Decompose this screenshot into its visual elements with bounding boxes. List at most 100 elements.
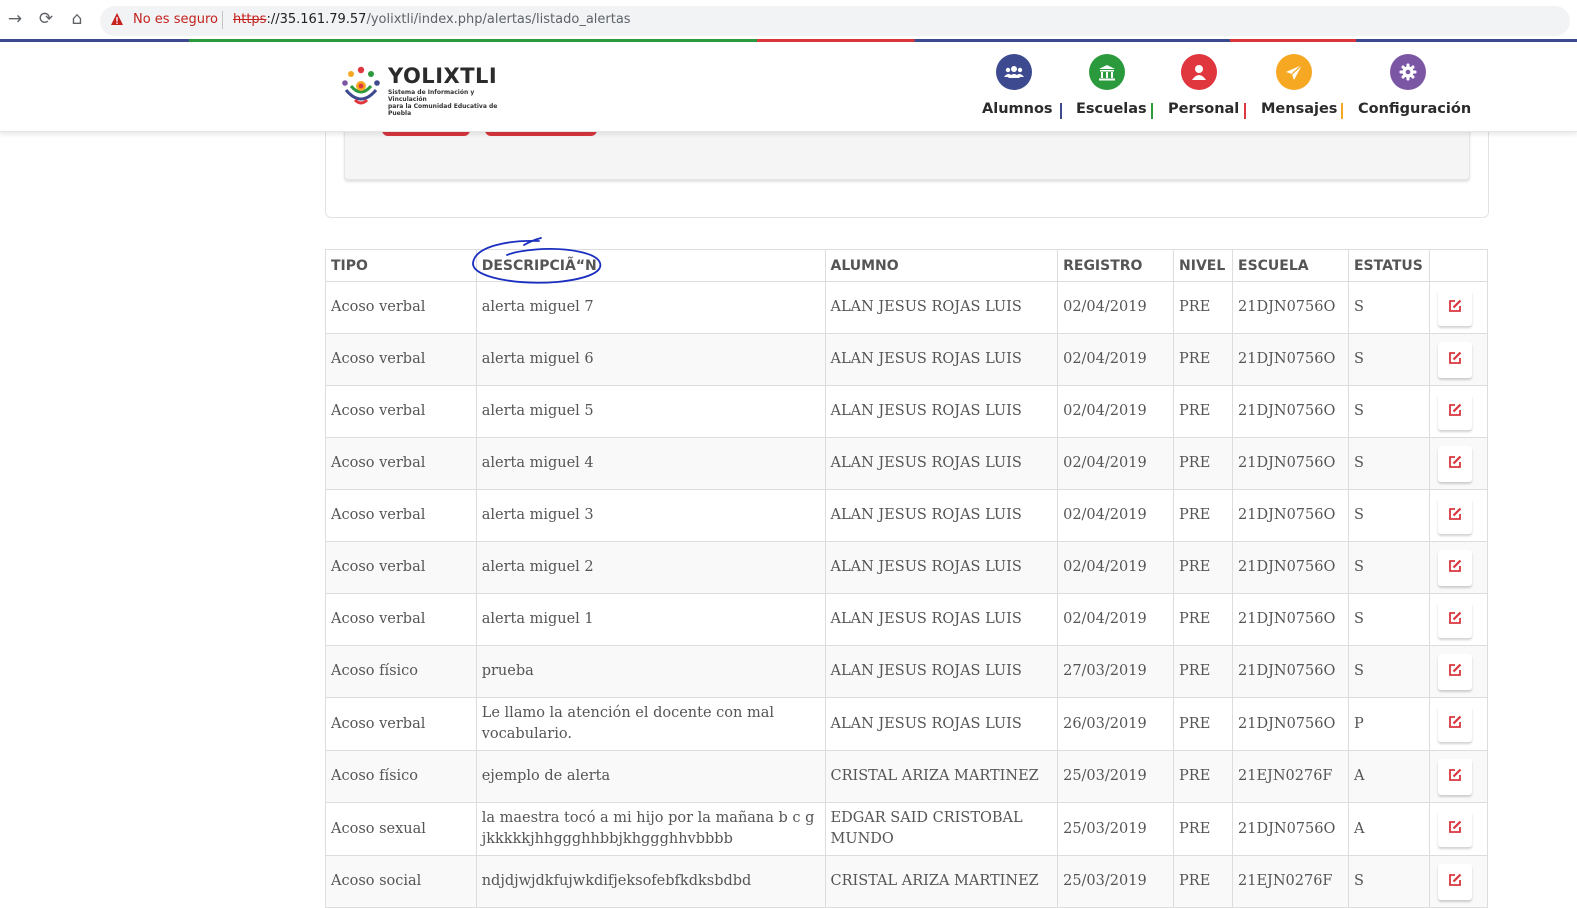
cell-escuela: 21DJN0756O	[1232, 697, 1349, 751]
security-status-label[interactable]: No es seguro	[133, 12, 218, 27]
cell-estatus: A	[1347, 750, 1430, 803]
cell-actions	[1428, 855, 1489, 908]
table-row: Acoso sexual la maestra tocó a mi hijo po…	[325, 802, 1489, 856]
forward-arrow-icon[interactable]: →	[4, 8, 26, 30]
cell-escuela: 21DJN0756O	[1232, 489, 1349, 542]
cell-escuela: 21DJN0756O	[1232, 593, 1349, 646]
nav-item-alumnos[interactable]: Alumnos	[982, 54, 1053, 117]
column-header-estatus[interactable]: ESTATUS	[1347, 249, 1430, 282]
nav-label-personal: Personal	[1168, 101, 1240, 117]
nav-item-configuracion[interactable]: Configuración	[1358, 54, 1471, 117]
cell-registro: 02/04/2019	[1057, 437, 1175, 490]
edit-button[interactable]	[1437, 497, 1472, 534]
edit-square-icon	[1449, 715, 1462, 728]
brand-subtitle-line1: Sistema de Información y Vinculación	[388, 89, 475, 103]
column-header-nivel[interactable]: NIVEL	[1173, 249, 1233, 282]
cell-tipo: Acoso sexual	[325, 802, 477, 856]
cell-tipo: Acoso verbal	[325, 593, 477, 646]
cell-nivel: PRE	[1173, 333, 1233, 386]
users-icon	[1003, 66, 1024, 78]
nav-circle-configuracion	[1390, 54, 1426, 90]
cell-escuela: 21DJN0756O	[1232, 385, 1349, 438]
cell-actions	[1428, 385, 1489, 438]
edit-button[interactable]	[1437, 601, 1472, 638]
edit-button[interactable]	[1437, 549, 1472, 586]
cell-escuela: 21EJN0276F	[1232, 750, 1349, 803]
edit-button[interactable]	[1437, 758, 1472, 795]
column-header-escuela[interactable]: ESCUELA	[1232, 249, 1349, 282]
yolixtli-logo-icon[interactable]	[340, 64, 382, 108]
cell-actions	[1428, 333, 1489, 386]
cell-alumno: ALAN JESUS ROJAS LUIS	[824, 281, 1059, 334]
nav-divider	[1151, 103, 1153, 119]
cell-escuela: 21DJN0756O	[1232, 333, 1349, 386]
cell-registro: 02/04/2019	[1057, 385, 1175, 438]
cell-estatus: S	[1347, 855, 1430, 908]
nav-circle-escuelas	[1088, 54, 1125, 90]
nav-item-mensajes[interactable]: Mensajes	[1261, 54, 1338, 117]
edit-button[interactable]	[1437, 863, 1472, 900]
edit-square-icon	[1449, 663, 1462, 676]
edit-button[interactable]	[1437, 289, 1472, 326]
nav-item-escuelas[interactable]: Escuelas	[1076, 54, 1147, 117]
table-row: Acoso verbal alerta miguel 2 ALAN JESUS RO…	[325, 541, 1489, 594]
edit-square-icon	[1449, 611, 1462, 624]
cell-nivel: PRE	[1173, 541, 1233, 594]
cell-estatus: S	[1347, 385, 1430, 438]
edit-square-icon	[1449, 559, 1462, 572]
url-path: /yolixtli/index.php/alertas/listado_aler…	[366, 12, 631, 27]
cell-nivel: PRE	[1173, 489, 1233, 542]
url-scheme: https	[233, 12, 267, 27]
warning-triangle-icon[interactable]	[110, 12, 124, 26]
column-header-actions	[1428, 249, 1489, 282]
url-host: ://35.161.79.57	[266, 12, 367, 27]
cell-registro: 25/03/2019	[1057, 855, 1175, 908]
edit-button[interactable]	[1437, 811, 1472, 847]
nav-circle-mensajes	[1276, 54, 1312, 90]
column-header-descripcion[interactable]: DESCRIPCIÃ“N	[475, 249, 826, 282]
home-icon[interactable]: ⌂	[66, 8, 88, 30]
alerts-table: TIPO DESCRIPCIÃ“N ALUMNO REGISTRO NIVEL …	[325, 249, 1489, 908]
edit-button[interactable]	[1437, 706, 1472, 742]
column-header-alumno[interactable]: ALUMNO	[824, 249, 1059, 282]
cell-estatus: A	[1347, 802, 1430, 856]
edit-button[interactable]	[1437, 393, 1472, 430]
cell-registro: 02/04/2019	[1057, 489, 1175, 542]
url-text[interactable]: https://35.161.79.57/yolixtli/index.php/…	[233, 12, 631, 27]
cell-descripcion: alerta miguel 7	[475, 281, 826, 334]
nav-item-personal[interactable]: Personal	[1168, 54, 1240, 117]
cell-descripcion: alerta miguel 6	[475, 333, 826, 386]
cell-nivel: PRE	[1173, 281, 1233, 334]
cell-descripcion: alerta miguel 4	[475, 437, 826, 490]
nav-label-mensajes: Mensajes	[1261, 101, 1338, 117]
cell-alumno: EDGAR SAID CRISTOBAL MUNDO	[824, 802, 1059, 856]
column-header-registro[interactable]: REGISTRO	[1057, 249, 1175, 282]
reload-icon[interactable]: ⟳	[35, 8, 57, 30]
cell-estatus: P	[1347, 697, 1430, 751]
cell-nivel: PRE	[1173, 750, 1233, 803]
edit-square-icon	[1449, 820, 1462, 833]
table-row: Acoso físico prueba ALAN JESUS ROJAS LUIS 2…	[325, 645, 1489, 698]
cell-escuela: 21DJN0756O	[1232, 541, 1349, 594]
cell-tipo: Acoso verbal	[325, 489, 477, 542]
cell-actions	[1428, 281, 1489, 334]
cell-registro: 27/03/2019	[1057, 645, 1175, 698]
cell-tipo: Acoso verbal	[325, 541, 477, 594]
edit-button[interactable]	[1437, 445, 1472, 482]
app-header: YOLIXTLI Sistema de Información y Vincul…	[0, 42, 1577, 132]
nav-label-escuelas: Escuelas	[1076, 101, 1147, 117]
table-row: Acoso verbal alerta miguel 4 ALAN JESUS RO…	[325, 437, 1489, 490]
edit-button[interactable]	[1437, 341, 1472, 378]
cell-descripcion: alerta miguel 3	[475, 489, 826, 542]
edit-square-icon	[1449, 351, 1462, 364]
edit-square-icon	[1449, 455, 1462, 468]
cell-nivel: PRE	[1173, 593, 1233, 646]
cell-actions	[1428, 697, 1489, 751]
column-header-tipo[interactable]: TIPO	[325, 249, 477, 282]
edit-button[interactable]	[1437, 653, 1472, 690]
brand-title[interactable]: YOLIXTLI	[388, 64, 497, 88]
nav-circle-personal	[1181, 54, 1217, 90]
cell-actions	[1428, 437, 1489, 490]
cell-alumno: ALAN JESUS ROJAS LUIS	[824, 645, 1059, 698]
cell-tipo: Acoso verbal	[325, 437, 477, 490]
